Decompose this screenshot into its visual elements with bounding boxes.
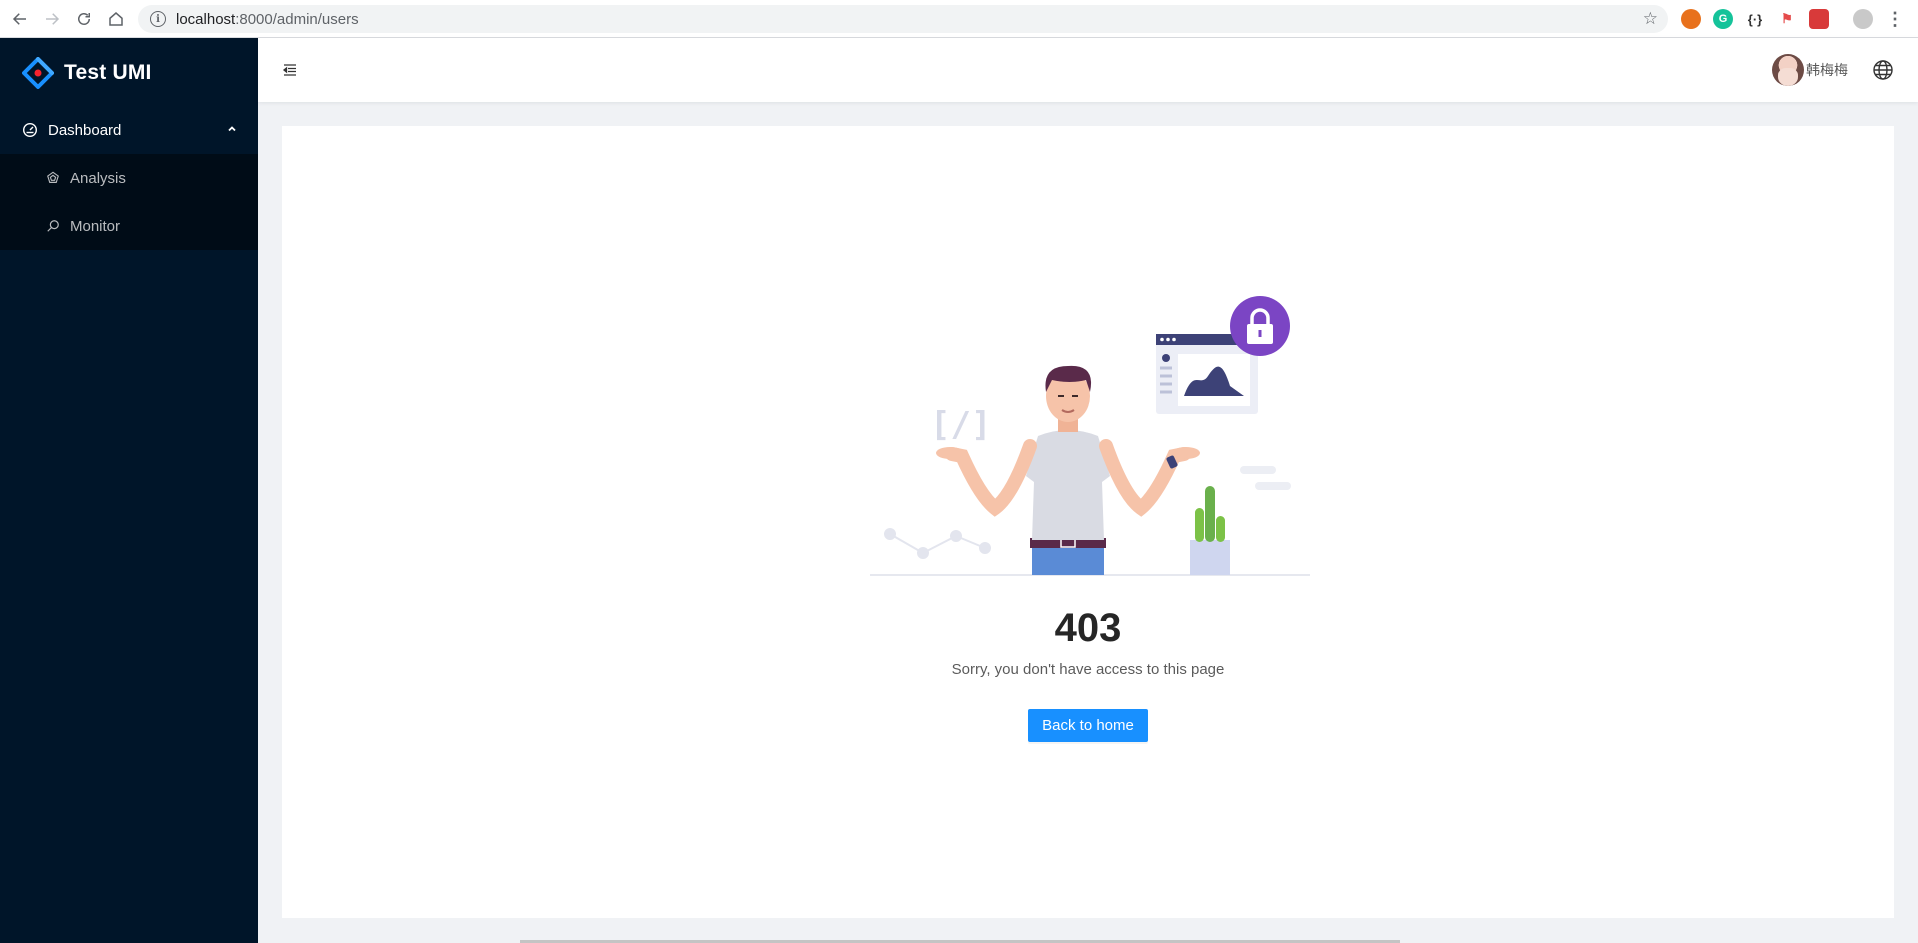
dashboard-icon (22, 122, 38, 138)
url-path: :8000/admin/users (235, 10, 359, 28)
url-host: localhost (176, 10, 236, 28)
address-bar[interactable]: i localhost:8000/admin/users ☆ (138, 5, 1668, 33)
menu-item-monitor[interactable]: Monitor (0, 202, 258, 250)
menu-dashboard[interactable]: Dashboard (0, 106, 258, 154)
status-code: 403 (1054, 606, 1122, 650)
menu-dashboard-label: Dashboard (48, 121, 122, 139)
umi-logo-icon (22, 57, 54, 89)
extension-icon-grammarly[interactable]: G (1713, 9, 1733, 29)
extension-icon-4[interactable]: ⚑ (1777, 9, 1797, 29)
extension-icon-1[interactable] (1681, 9, 1701, 29)
monitor-icon (47, 220, 59, 232)
svg-text:[/]: [/] (930, 405, 991, 445)
extension-icon-json[interactable]: {·} (1745, 9, 1765, 29)
user-dropdown[interactable]: 韩梅梅 (1772, 54, 1848, 86)
globe-icon[interactable] (1872, 59, 1894, 81)
browser-menu-icon[interactable]: ⋮ (1885, 9, 1905, 29)
chevron-up-icon (228, 126, 236, 132)
menu-item-label: Monitor (70, 217, 121, 235)
browser-toolbar: i localhost:8000/admin/users ☆ G {·} ⚑ ⋮ (0, 0, 1918, 38)
menu-item-label: Analysis (70, 169, 126, 187)
radar-icon (47, 171, 59, 183)
sidebar: Test UMI Dashboard Analysis Monitor (0, 38, 258, 943)
menu: Dashboard Analysis Monitor (0, 106, 258, 250)
menu-item-analysis[interactable]: Analysis (0, 154, 258, 202)
forward-icon[interactable] (36, 3, 68, 35)
result-card: [/] 403 Sorry, you don't have access to … (282, 126, 1894, 918)
user-name: 韩梅梅 (1806, 62, 1848, 78)
header: 韩梅梅 (258, 38, 1918, 102)
profile-icon[interactable] (1853, 9, 1873, 29)
extension-icon-5[interactable] (1809, 9, 1829, 29)
back-icon[interactable] (4, 3, 36, 35)
menu-fold-icon[interactable] (282, 62, 298, 78)
back-to-home-button[interactable]: Back to home (1028, 709, 1148, 742)
home-icon[interactable] (100, 3, 132, 35)
site-info-icon[interactable]: i (150, 11, 166, 27)
forbidden-illustration: [/] (870, 296, 1310, 576)
reload-icon[interactable] (68, 3, 100, 35)
submenu: Analysis Monitor (0, 154, 258, 250)
app-title: Test UMI (64, 61, 152, 84)
avatar (1772, 54, 1804, 86)
logo[interactable]: Test UMI (22, 54, 152, 92)
bookmark-star-icon[interactable]: ☆ (1643, 9, 1658, 29)
error-message: Sorry, you don't have access to this pag… (951, 661, 1225, 678)
